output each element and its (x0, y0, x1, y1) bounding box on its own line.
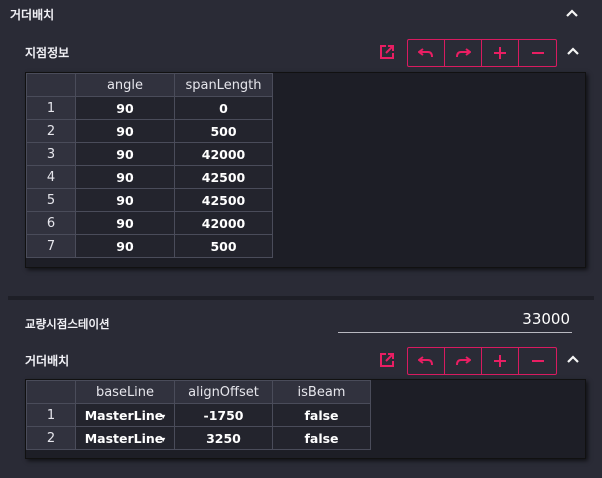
table-row[interactable]: 2 MasterLine▾ 3250 false (26, 426, 371, 450)
support-remove-row-button[interactable] (519, 40, 556, 66)
column-header-baseline[interactable]: baseLine (75, 380, 175, 404)
row-index: 7 (26, 234, 76, 258)
table-row[interactable]: 5 90 42500 (26, 188, 273, 212)
panel-title: 거더배치 (10, 8, 55, 22)
cell-angle[interactable]: 90 (75, 211, 175, 235)
minus-icon (531, 360, 544, 362)
row-index: 6 (26, 211, 76, 235)
dropdown-caret-icon[interactable]: ▾ (161, 412, 165, 421)
row-index: 5 (26, 188, 76, 212)
table-row[interactable]: 1 MasterLine▾ -1750 false (26, 403, 371, 427)
girder-toolbar (407, 347, 557, 375)
station-label: 교량시점스테이션 (25, 317, 110, 331)
cell-isbeam[interactable]: false (272, 403, 371, 427)
support-external-link-icon[interactable] (378, 43, 396, 61)
support-section-title: 지점정보 (25, 46, 70, 60)
cell-alignoffset[interactable]: -1750 (174, 403, 273, 427)
cell-spanlength[interactable]: 500 (174, 234, 273, 258)
cell-angle[interactable]: 90 (75, 188, 175, 212)
cell-isbeam[interactable]: false (272, 426, 371, 450)
collapse-panel-chevron-up-icon[interactable] (565, 6, 579, 20)
table-row[interactable]: 2 90 500 (26, 119, 273, 143)
row-index: 3 (26, 142, 76, 166)
section-divider (8, 296, 594, 300)
girder-collapse-chevron-up-icon[interactable] (566, 352, 580, 366)
cell-spanlength[interactable]: 500 (174, 119, 273, 143)
row-index: 2 (26, 119, 76, 143)
support-add-row-button[interactable] (482, 40, 519, 66)
row-index: 1 (26, 96, 76, 120)
girder-external-link-icon[interactable] (378, 351, 396, 369)
dropdown-caret-icon[interactable]: ▾ (161, 435, 165, 444)
column-header-spanlength[interactable]: spanLength (174, 73, 273, 97)
column-header-isbeam[interactable]: isBeam (272, 380, 371, 404)
cell-baseline-value: MasterLine (84, 407, 164, 423)
table-header-row: baseLine alignOffset isBeam (26, 380, 371, 404)
table-header-row: angle spanLength (26, 73, 273, 97)
undo-icon (418, 356, 433, 366)
cell-spanlength[interactable]: 42000 (174, 211, 273, 235)
station-input[interactable]: 33000 (338, 310, 572, 333)
support-undo-button[interactable] (408, 40, 445, 66)
cell-baseline-value: MasterLine (84, 430, 164, 446)
plus-icon (494, 355, 506, 367)
support-grid: angle spanLength 1 90 0 2 90 500 3 90 42000 4 90 42… (25, 72, 586, 268)
cell-angle[interactable]: 90 (75, 142, 175, 166)
cell-spanlength[interactable]: 42000 (174, 142, 273, 166)
redo-icon (456, 48, 471, 58)
cell-spanlength[interactable]: 42500 (174, 165, 273, 189)
cell-spanlength[interactable]: 0 (174, 96, 273, 120)
row-index: 4 (26, 165, 76, 189)
column-header-alignoffset[interactable]: alignOffset (174, 380, 273, 404)
corner-header (26, 380, 76, 404)
table-row[interactable]: 7 90 500 (26, 234, 273, 258)
cell-baseline-select[interactable]: MasterLine▾ (75, 403, 175, 427)
row-index: 1 (26, 403, 76, 427)
cell-spanlength[interactable]: 42500 (174, 188, 273, 212)
support-collapse-chevron-up-icon[interactable] (566, 44, 580, 58)
girder-section-title: 거더배치 (25, 354, 70, 368)
table-row[interactable]: 6 90 42000 (26, 211, 273, 235)
girder-table: baseLine alignOffset isBeam 1 MasterLine▾… (26, 380, 371, 450)
cell-angle[interactable]: 90 (75, 119, 175, 143)
support-redo-button[interactable] (445, 40, 482, 66)
cell-angle[interactable]: 90 (75, 234, 175, 258)
undo-icon (418, 48, 433, 58)
girder-undo-button[interactable] (408, 348, 445, 374)
girder-remove-row-button[interactable] (519, 348, 556, 374)
cell-angle[interactable]: 90 (75, 165, 175, 189)
support-table: angle spanLength 1 90 0 2 90 500 3 90 42000 4 90 42… (26, 73, 273, 258)
table-row[interactable]: 3 90 42000 (26, 142, 273, 166)
redo-icon (456, 356, 471, 366)
girder-redo-button[interactable] (445, 348, 482, 374)
plus-icon (494, 47, 506, 59)
cell-angle[interactable]: 90 (75, 96, 175, 120)
column-header-angle[interactable]: angle (75, 73, 175, 97)
cell-baseline-select[interactable]: MasterLine▾ (75, 426, 175, 450)
girder-grid: baseLine alignOffset isBeam 1 MasterLine▾… (25, 379, 586, 459)
table-row[interactable]: 1 90 0 (26, 96, 273, 120)
corner-header (26, 73, 76, 97)
table-row[interactable]: 4 90 42500 (26, 165, 273, 189)
row-index: 2 (26, 426, 76, 450)
girder-add-row-button[interactable] (482, 348, 519, 374)
minus-icon (531, 52, 544, 54)
cell-alignoffset[interactable]: 3250 (174, 426, 273, 450)
support-toolbar (407, 39, 557, 67)
